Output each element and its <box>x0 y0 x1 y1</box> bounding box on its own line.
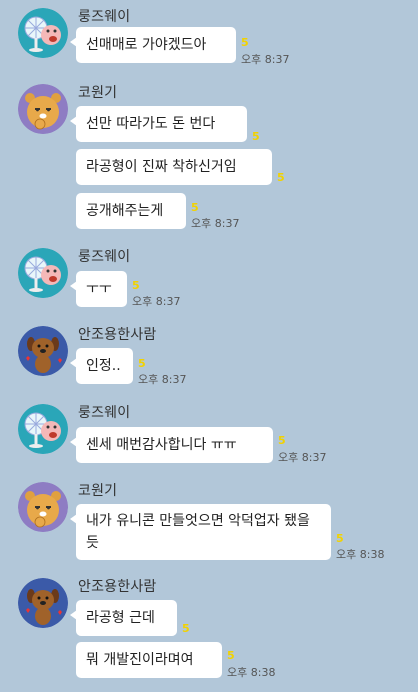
ryan-character-icon <box>18 482 68 532</box>
ryan-character-icon <box>18 84 68 134</box>
timestamp: 오후 8:38 <box>336 548 385 561</box>
unread-count: 5 <box>336 532 344 545</box>
timestamp: 오후 8:37 <box>132 295 181 308</box>
message-bubble[interactable]: 라공형이 진짜 착하신거임 <box>76 149 272 185</box>
brown-dog-character-icon <box>18 578 68 628</box>
unread-count: 5 <box>277 171 285 184</box>
fan-character-icon <box>18 248 68 298</box>
timestamp: 오후 8:37 <box>278 451 327 464</box>
timestamp: 오후 8:37 <box>191 217 240 230</box>
message-bubble[interactable]: 내가 유니콘 만들엇으면 악덕업자 됐을듯 <box>70 504 331 560</box>
unread-count: 5 <box>191 201 199 214</box>
message-bubble[interactable]: 인정.. <box>70 348 133 384</box>
chat-area[interactable]: 룽즈웨이 선매매로 가야겠드아 5 오후 8:37 코원기 선만 따라가도 돈 … <box>0 0 418 692</box>
sender-name: 안조용한사람 <box>78 579 157 595</box>
fan-character-icon <box>18 404 68 454</box>
unread-count: 5 <box>241 36 249 49</box>
message-bubble[interactable]: 공개해주는게 <box>76 193 186 229</box>
timestamp: 오후 8:37 <box>241 53 290 66</box>
unread-count: 5 <box>227 649 235 662</box>
timestamp: 오후 8:38 <box>227 666 276 679</box>
sender-name: 룽즈웨이 <box>78 249 131 265</box>
sender-name: 코원기 <box>78 483 118 499</box>
unread-count: 5 <box>278 434 286 447</box>
ryan-avatar[interactable] <box>18 84 68 134</box>
unread-count: 5 <box>132 279 140 292</box>
fan-avatar[interactable] <box>18 8 68 58</box>
sender-name: 룽즈웨이 <box>78 405 131 421</box>
timestamp: 오후 8:37 <box>138 373 187 386</box>
message-bubble[interactable]: 라공형 근데 <box>70 600 177 636</box>
unread-count: 5 <box>138 357 146 370</box>
frodo-avatar[interactable] <box>18 578 68 628</box>
message-bubble[interactable]: 선매매로 가야겠드아 <box>70 27 236 63</box>
fan-avatar[interactable] <box>18 248 68 298</box>
brown-dog-character-icon <box>18 326 68 376</box>
ryan-avatar[interactable] <box>18 482 68 532</box>
sender-name: 코원기 <box>78 85 118 101</box>
sender-name: 룽즈웨이 <box>78 9 131 25</box>
unread-count: 5 <box>252 130 260 143</box>
sender-name: 안조용한사람 <box>78 327 157 343</box>
message-bubble[interactable]: ㅜㅜ <box>70 271 127 307</box>
frodo-avatar[interactable] <box>18 326 68 376</box>
fan-character-icon <box>18 8 68 58</box>
message-bubble[interactable]: 선만 따라가도 돈 번다 <box>70 106 247 142</box>
fan-avatar[interactable] <box>18 404 68 454</box>
message-bubble[interactable]: 센세 매번감사합니다 ㅠㅠ <box>70 427 273 463</box>
message-bubble[interactable]: 뭐 개발진이라며여 <box>76 642 222 678</box>
unread-count: 5 <box>182 622 190 635</box>
